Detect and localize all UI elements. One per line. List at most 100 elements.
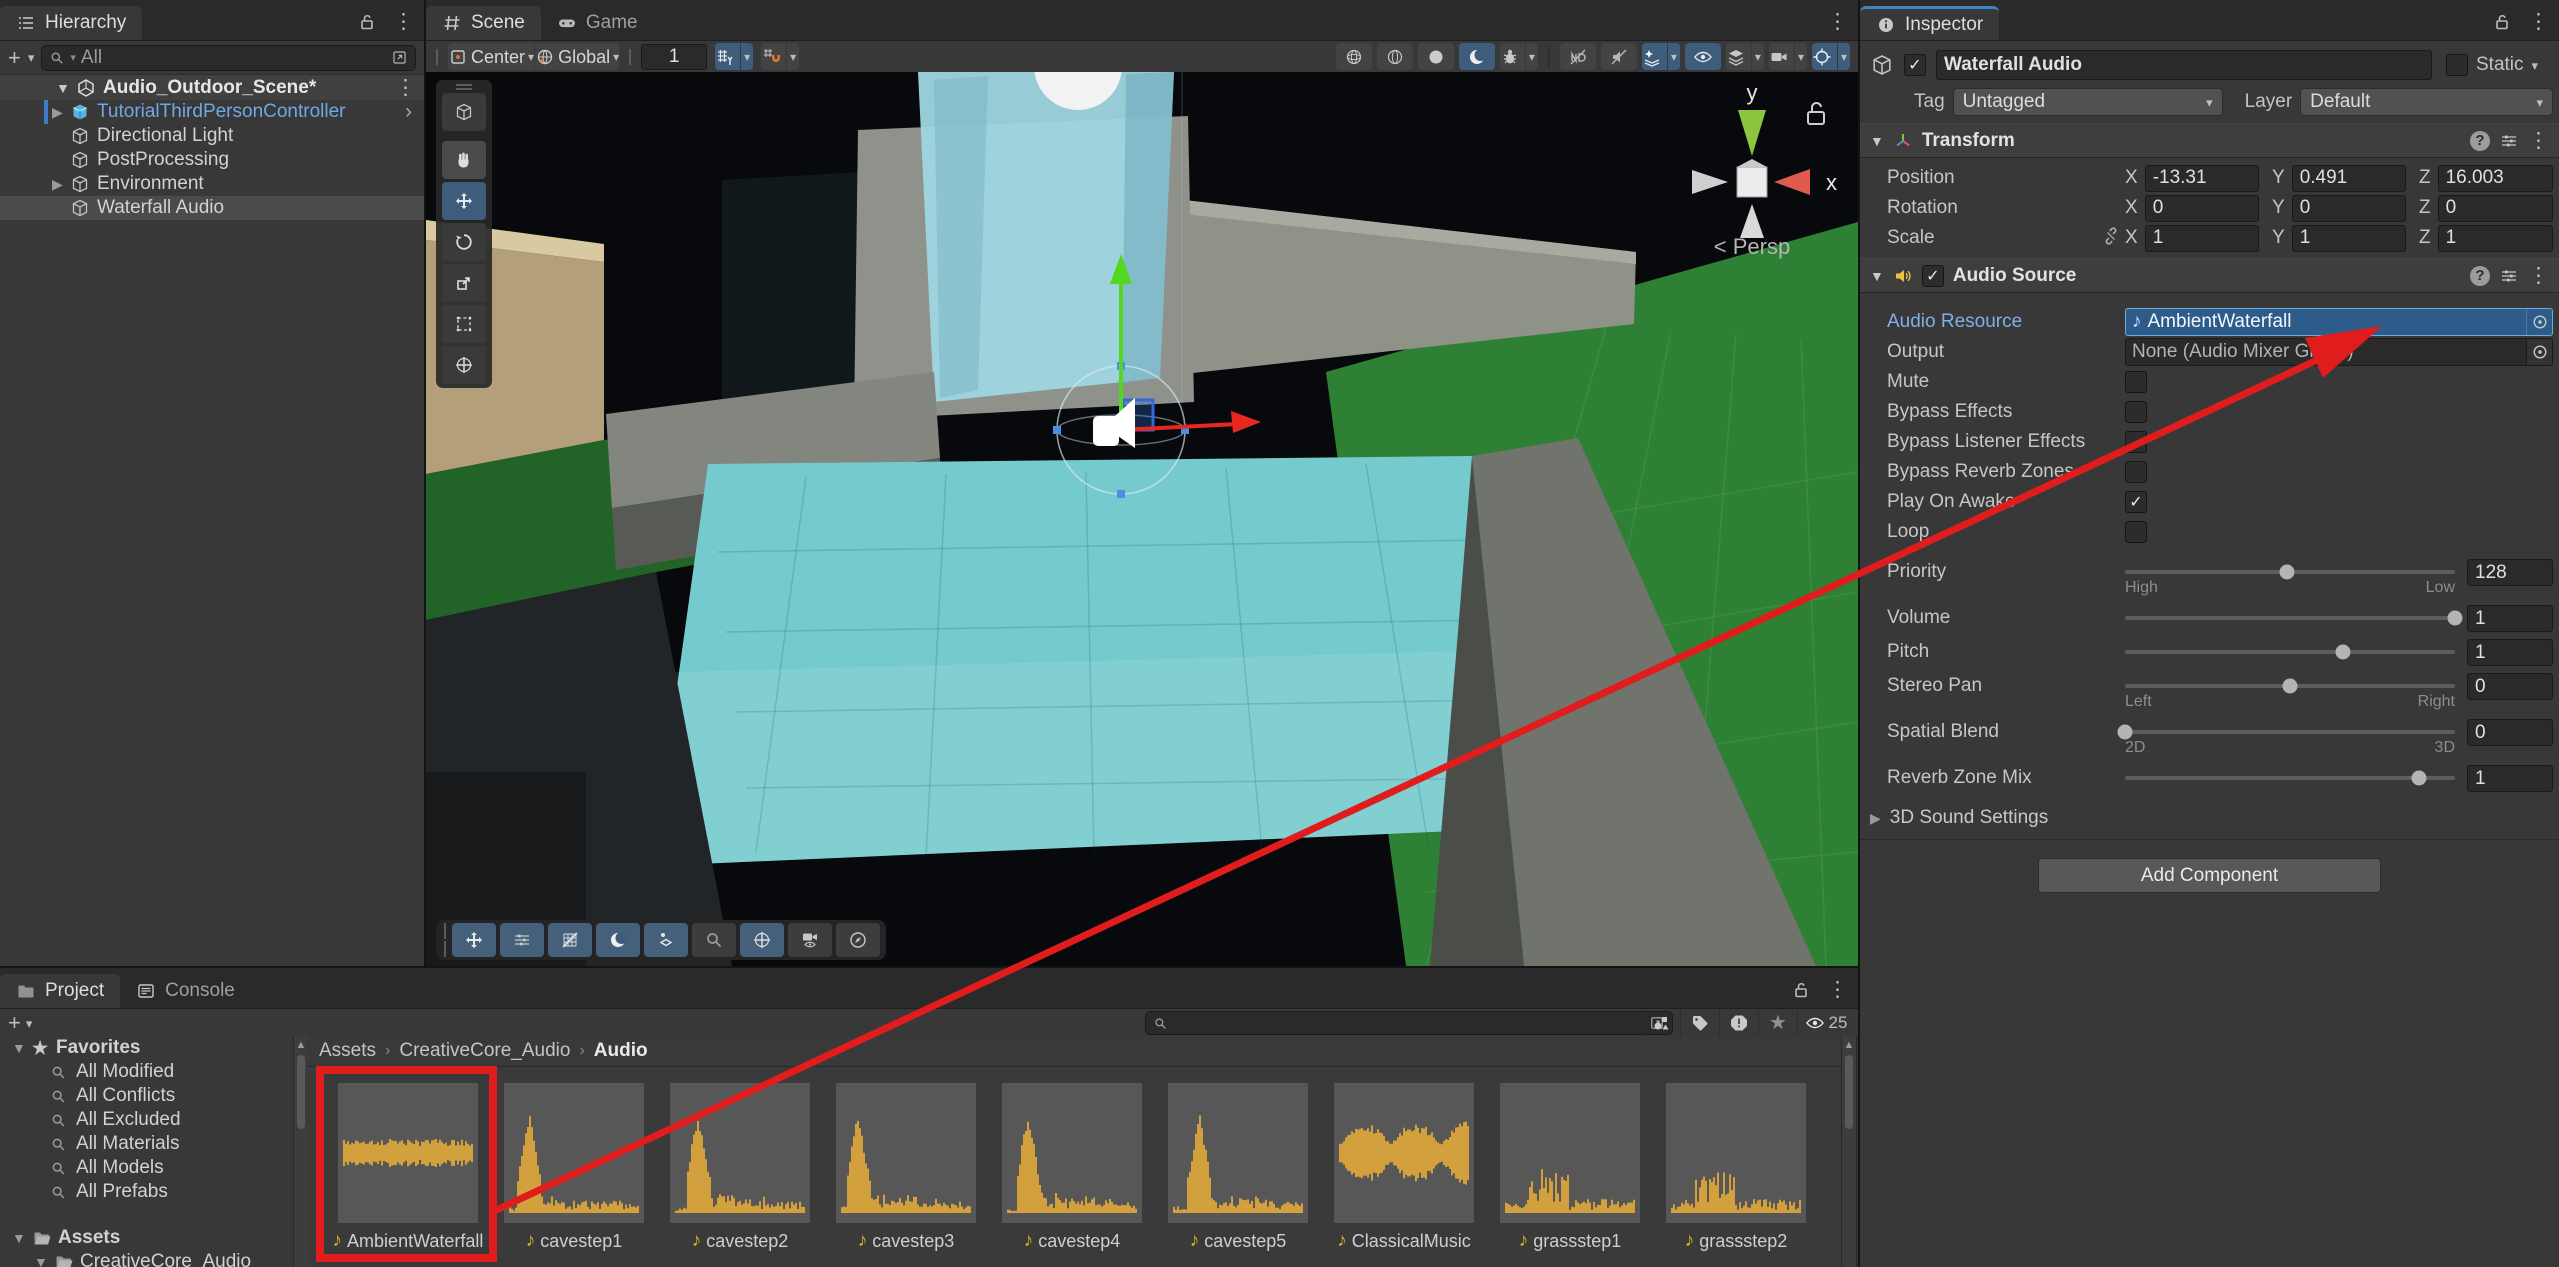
favorites-item-all-conflicts[interactable]: All Conflicts (0, 1084, 293, 1108)
tab-hierarchy[interactable]: Hierarchy (0, 6, 142, 40)
scene-viewport[interactable]: y x < Persp (426, 72, 1858, 966)
active-checkbox[interactable]: ✓ (1904, 54, 1926, 76)
help-icon[interactable]: ? (2470, 131, 2490, 151)
scale-x-field[interactable]: 1 (2145, 225, 2259, 252)
volume-slider[interactable] (2125, 616, 2455, 620)
kebab-menu-icon[interactable]: ⋮ (393, 9, 414, 34)
3d-sound-settings-foldout[interactable]: ▶ 3D Sound Settings (1860, 803, 2559, 833)
gizmo-lock-icon[interactable] (1808, 103, 1824, 124)
hierarchy-item-tutorialthirdpersoncontroller[interactable]: ▶TutorialThirdPersonController› (0, 100, 424, 124)
visibility-toggle-button[interactable] (1685, 43, 1721, 70)
slider-handle[interactable] (2448, 611, 2463, 626)
preset-icon[interactable] (2499, 131, 2519, 151)
lock-icon[interactable] (2492, 12, 2512, 32)
bypass-effects-checkbox[interactable] (2125, 401, 2147, 423)
debug-button[interactable]: ▾ (1500, 43, 1538, 70)
spatial-blend-slider[interactable] (2125, 730, 2455, 734)
pitch-value-field[interactable]: 1 (2467, 639, 2553, 666)
reverb-zone-mix-slider[interactable] (2125, 776, 2455, 780)
favorites-item-all-excluded[interactable]: All Excluded (0, 1108, 293, 1132)
asset-thumbnail[interactable] (836, 1083, 976, 1223)
spatial-blend-value-field[interactable]: 0 (2467, 719, 2553, 746)
rotation-y-field[interactable]: 0 (2292, 195, 2406, 222)
create-caret-icon[interactable]: ▾ (26, 1017, 33, 1030)
rect-tool-button[interactable] (442, 305, 486, 343)
rendering-debug-button[interactable] (1459, 43, 1495, 70)
scroll-up-icon[interactable]: ▲ (1842, 1039, 1856, 1051)
gizmos-toggle-button[interactable]: ▾ (1812, 43, 1850, 70)
tab-console[interactable]: Console (120, 974, 251, 1008)
snap-increment-button[interactable]: ▾ (761, 43, 799, 70)
position-z-field[interactable]: 16.003 (2438, 165, 2553, 192)
foldout-closed-icon[interactable]: ▶ (52, 104, 68, 121)
tag-dropdown[interactable]: Untagged ▾ (1953, 88, 2223, 116)
hierarchy-item-environment[interactable]: ▶Environment (0, 172, 424, 196)
asset-thumbnail[interactable] (670, 1083, 810, 1223)
tab-inspector[interactable]: Inspector (1860, 6, 1999, 40)
search-by-label-button[interactable] (1680, 1010, 1719, 1036)
scene-fx-button[interactable] (644, 923, 688, 957)
audio-mute-button[interactable] (1601, 43, 1637, 70)
transform-header[interactable]: ▼ Transform ? ⋮ (1860, 123, 2559, 158)
rotate-tool-button[interactable] (442, 223, 486, 261)
audio-source-header[interactable]: ▼ ✓ Audio Source ? ⋮ (1860, 258, 2559, 293)
breadcrumb-item[interactable]: Audio (594, 1040, 648, 1062)
scale-z-field[interactable]: 1 (2438, 225, 2553, 252)
asset-thumbnail[interactable] (1002, 1083, 1142, 1223)
position-y-field[interactable]: 0.491 (2292, 165, 2406, 192)
asset-thumbnail[interactable] (1168, 1083, 1308, 1223)
slider-handle[interactable] (2283, 679, 2298, 694)
volume-value-field[interactable]: 1 (2467, 605, 2553, 632)
asset-grid-scrollbar[interactable]: ▲ (1841, 1036, 1857, 1267)
view-tool-button[interactable] (442, 93, 486, 131)
foldout-closed-icon[interactable]: ▶ (52, 176, 68, 193)
search-overlay-button[interactable] (692, 923, 736, 957)
grid-snapping-button[interactable]: ▾ (715, 43, 753, 70)
tool-handle-rotation-dropdown[interactable]: Global ▾ (534, 43, 619, 70)
rotation-z-field[interactable]: 0 (2438, 195, 2553, 222)
favorites-item-all-modified[interactable]: All Modified (0, 1060, 293, 1084)
play-on-awake-checkbox[interactable]: ✓ (2125, 491, 2147, 513)
static-checkbox[interactable] (2446, 54, 2468, 76)
toolbar-drag-handle[interactable] (434, 49, 440, 65)
breadcrumb-item[interactable]: CreativeCore_Audio (399, 1040, 570, 1062)
gameobject-icon[interactable] (1870, 53, 1894, 77)
hierarchy-item-directional-light[interactable]: Directional Light (0, 124, 424, 148)
slider-handle[interactable] (2335, 645, 2350, 660)
orientation-overlay-button[interactable] (836, 923, 880, 957)
slider-handle[interactable] (2279, 565, 2294, 580)
2d-toggle-button[interactable] (1560, 43, 1596, 70)
breadcrumb-item[interactable]: Assets (319, 1040, 376, 1062)
rotation-x-field[interactable]: 0 (2145, 195, 2259, 222)
tab-project[interactable]: Project (0, 974, 120, 1008)
create-caret-icon[interactable]: ▾ (28, 51, 35, 64)
camera-preview-button[interactable] (788, 923, 832, 957)
overlay-drag-handle[interactable] (454, 84, 474, 90)
wireframe-button[interactable] (1377, 43, 1413, 70)
transform-tool-button[interactable] (442, 346, 486, 384)
slider-handle[interactable] (2411, 771, 2426, 786)
lock-icon[interactable] (1791, 980, 1811, 1000)
chevron-right-icon[interactable]: › (405, 100, 412, 124)
foldout-open-icon[interactable]: ▼ (12, 1040, 28, 1056)
grid-visibility-button[interactable] (548, 923, 592, 957)
layers-dropdown-button[interactable]: ▾ (1726, 43, 1764, 70)
hierarchy-item-waterfall-audio[interactable]: Waterfall Audio (0, 196, 424, 220)
scrollbar-handle[interactable] (297, 1055, 305, 1129)
static-caret-icon[interactable]: ▾ (2532, 59, 2539, 72)
name-field[interactable]: Waterfall Audio (1936, 50, 2432, 80)
loop-checkbox[interactable] (2125, 521, 2147, 543)
asset-thumbnail[interactable] (1334, 1083, 1474, 1223)
component-tools-button[interactable] (500, 923, 544, 957)
pitch-slider[interactable] (2125, 650, 2455, 654)
lock-icon[interactable] (357, 12, 377, 32)
folder-creativecore-audio[interactable]: ▼ CreativeCore_Audio (0, 1250, 293, 1267)
asset-thumbnail[interactable] (338, 1083, 478, 1223)
component-enabled-checkbox[interactable]: ✓ (1922, 265, 1944, 287)
help-icon[interactable]: ? (2470, 266, 2490, 286)
favorites-item-all-materials[interactable]: All Materials (0, 1132, 293, 1156)
tab-scene[interactable]: Scene (426, 6, 541, 40)
shaded-wireframe-button[interactable] (1336, 43, 1372, 70)
tool-handle-pivot-dropdown[interactable]: Center ▾ (448, 43, 534, 70)
slider-handle[interactable] (2118, 725, 2133, 740)
